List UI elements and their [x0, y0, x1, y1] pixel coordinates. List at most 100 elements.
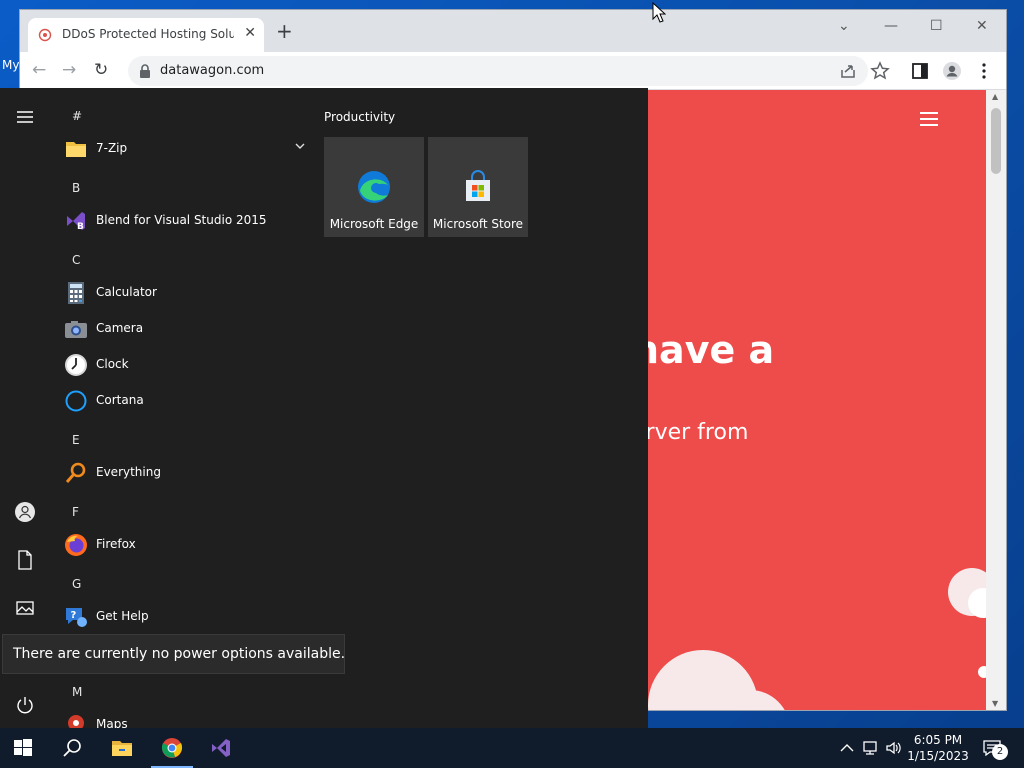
- svg-text:?: ?: [71, 610, 77, 621]
- app-item-camera[interactable]: Camera: [60, 312, 310, 346]
- app-item-firefox[interactable]: Firefox: [60, 528, 310, 562]
- start-rail: [0, 88, 48, 728]
- tab-title: DDoS Protected Hosting Solution: [62, 27, 234, 41]
- app-label: 7-Zip: [96, 141, 128, 155]
- app-item-maps[interactable]: Maps: [60, 708, 310, 728]
- profile-avatar-icon[interactable]: [942, 61, 962, 81]
- app-item-get-help[interactable]: ? Get Help: [60, 600, 310, 634]
- start-menu: # 7-Zip B B Blend for Visual Studio 2015…: [0, 88, 648, 728]
- new-tab-icon[interactable]: +: [276, 21, 293, 41]
- blend-icon: B: [67, 212, 85, 232]
- app-item-blend[interactable]: B Blend for Visual Studio 2015: [60, 204, 310, 238]
- page-menu-icon[interactable]: [920, 112, 938, 130]
- app-item-cortana[interactable]: Cortana: [60, 384, 310, 418]
- page-scrollbar[interactable]: ▲ ▼: [986, 90, 1006, 710]
- app-item-7zip[interactable]: 7-Zip: [60, 132, 310, 166]
- chevron-down-icon[interactable]: [294, 140, 306, 152]
- search-button[interactable]: [49, 728, 95, 768]
- taskbar-file-explorer[interactable]: [99, 728, 145, 768]
- store-icon: [466, 170, 490, 201]
- section-letter[interactable]: G: [72, 577, 81, 591]
- app-item-calculator[interactable]: Calculator: [60, 276, 310, 310]
- page-headline: have a: [632, 328, 775, 372]
- expand-menu-icon[interactable]: [14, 106, 36, 128]
- back-icon[interactable]: ←: [32, 60, 46, 80]
- maximize-icon[interactable]: ☐: [930, 18, 943, 34]
- app-label: Cortana: [96, 393, 144, 407]
- volume-icon[interactable]: [885, 739, 903, 757]
- browser-tab[interactable]: DDoS Protected Hosting Solution ✕: [28, 18, 264, 52]
- show-hidden-icons-icon[interactable]: [838, 739, 856, 757]
- user-account-icon[interactable]: [14, 501, 36, 523]
- svg-text:B: B: [77, 222, 84, 232]
- pictures-icon[interactable]: [14, 597, 36, 619]
- tab-strip: DDoS Protected Hosting Solution ✕ + ⌄ — …: [20, 10, 1006, 52]
- page-subline: erver from: [632, 420, 749, 445]
- app-label: Calculator: [96, 285, 157, 299]
- folder-icon: [66, 142, 86, 157]
- app-item-clock[interactable]: Clock: [60, 348, 310, 382]
- taskbar-visual-studio[interactable]: [198, 728, 244, 768]
- close-window-icon[interactable]: ✕: [976, 18, 988, 34]
- documents-icon[interactable]: [14, 549, 36, 571]
- power-icon[interactable]: [14, 694, 36, 716]
- network-icon[interactable]: [862, 739, 880, 757]
- tab-search-icon[interactable]: ⌄: [838, 18, 850, 34]
- forward-icon[interactable]: →: [62, 60, 76, 80]
- chrome-icon: [161, 738, 183, 758]
- camera-icon: [65, 321, 87, 338]
- app-label: Camera: [96, 321, 144, 335]
- clock-time: 6:05 PM: [913, 733, 963, 747]
- section-letter[interactable]: #: [72, 109, 82, 123]
- section-letter[interactable]: E: [72, 433, 80, 447]
- start-button[interactable]: [0, 728, 46, 768]
- firefox-icon: [65, 534, 87, 556]
- reload-icon[interactable]: ↻: [94, 60, 108, 80]
- chrome-menu-icon[interactable]: [974, 61, 994, 81]
- tile-microsoft-edge[interactable]: Microsoft Edge: [324, 137, 424, 237]
- tile-label: Microsoft Edge: [329, 217, 419, 231]
- visual-studio-icon: [212, 739, 230, 757]
- edge-icon: [358, 171, 390, 203]
- clock-icon: [65, 354, 87, 376]
- site-favicon-icon: [38, 28, 52, 42]
- mouse-cursor-icon: [652, 2, 666, 23]
- share-icon[interactable]: [838, 61, 858, 81]
- section-letter[interactable]: B: [72, 181, 80, 195]
- app-label: Blend for Visual Studio 2015: [96, 213, 267, 227]
- maps-icon: [68, 715, 84, 728]
- tile-group-title[interactable]: Productivity: [324, 110, 395, 124]
- minimize-icon[interactable]: —: [884, 18, 898, 34]
- power-tooltip: There are currently no power options ava…: [2, 634, 345, 674]
- app-label: Clock: [96, 357, 129, 371]
- help-icon: ?: [66, 608, 87, 627]
- taskbar-chrome[interactable]: [149, 728, 195, 768]
- side-panel-icon[interactable]: [910, 61, 930, 81]
- section-letter[interactable]: F: [72, 505, 79, 519]
- scroll-down-icon[interactable]: ▼: [992, 699, 998, 708]
- tab-close-icon[interactable]: ✕: [244, 25, 256, 41]
- address-bar[interactable]: datawagon.com: [128, 56, 868, 86]
- bookmark-star-icon[interactable]: [870, 61, 890, 81]
- everything-icon: [65, 462, 86, 483]
- tile-microsoft-store[interactable]: Microsoft Store: [428, 137, 528, 237]
- windows-logo-icon: [14, 739, 32, 756]
- app-label: Everything: [96, 465, 161, 479]
- section-letter[interactable]: M: [72, 685, 82, 699]
- scroll-up-icon[interactable]: ▲: [992, 92, 998, 101]
- url-text: datawagon.com: [160, 63, 265, 78]
- browser-toolbar: ← → ↻ datawagon.com: [20, 52, 1006, 90]
- notification-count-badge: 2: [992, 744, 1008, 760]
- scrollbar-thumb[interactable]: [991, 108, 1001, 174]
- system-clock[interactable]: 6:05 PM 1/15/2023: [906, 732, 970, 764]
- lock-icon: [140, 64, 150, 78]
- app-item-everything[interactable]: Everything: [60, 456, 310, 490]
- desktop-icon-label[interactable]: My: [2, 58, 19, 72]
- calculator-icon: [68, 282, 84, 304]
- section-letter[interactable]: C: [72, 253, 80, 267]
- app-list: # 7-Zip B B Blend for Visual Studio 2015…: [48, 88, 310, 728]
- tile-label: Microsoft Store: [432, 217, 524, 231]
- search-icon: [63, 739, 81, 757]
- app-label: Maps: [96, 717, 128, 728]
- app-label: Get Help: [96, 609, 149, 623]
